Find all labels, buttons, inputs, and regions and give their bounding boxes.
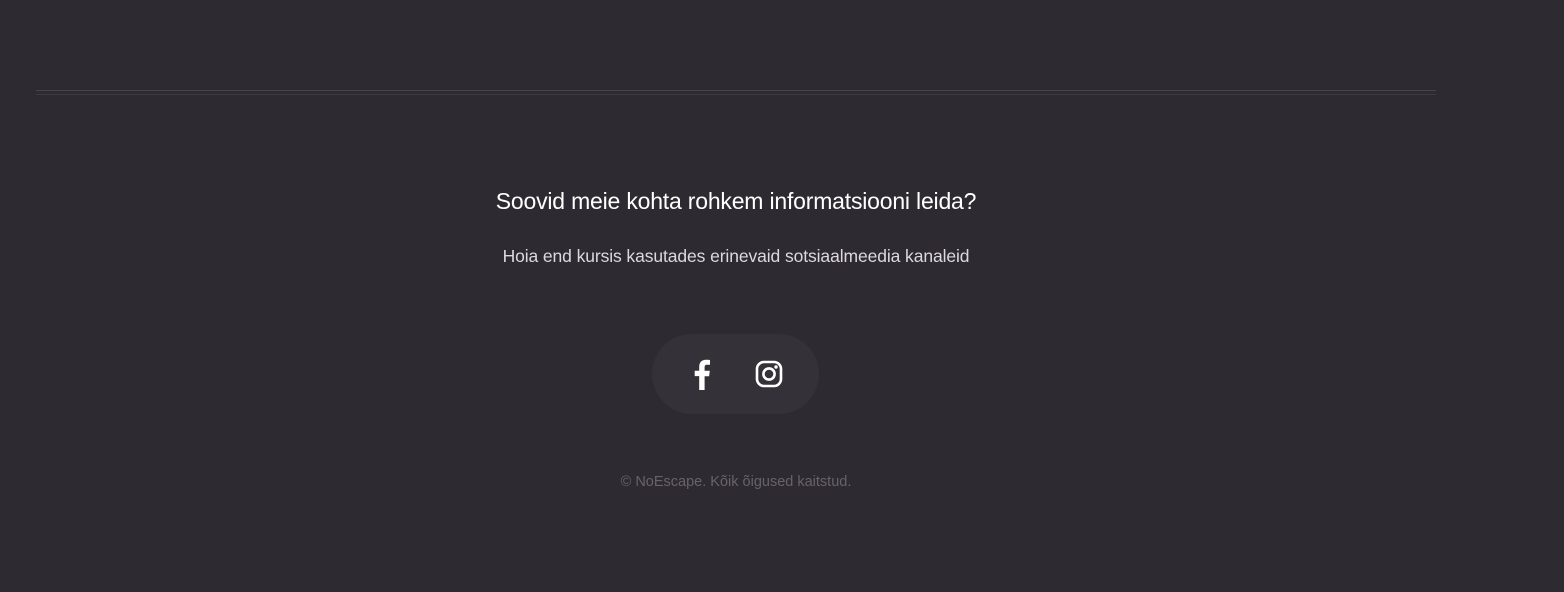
instagram-link[interactable] xyxy=(749,354,789,394)
instagram-icon xyxy=(755,360,783,388)
social-links xyxy=(652,334,819,414)
facebook-icon xyxy=(694,359,710,390)
footer-subline: Hoia end kursis kasutades erinevaid sots… xyxy=(502,246,970,266)
facebook-link[interactable] xyxy=(682,354,722,394)
footer-headline: Soovid meie kohta rohkem informatsiooni … xyxy=(495,188,977,214)
site-footer: Soovid meie kohta rohkem informatsiooni … xyxy=(0,0,1472,592)
copyright-text: © NoEscape. Kõik õigused kaitstud. xyxy=(620,474,852,490)
